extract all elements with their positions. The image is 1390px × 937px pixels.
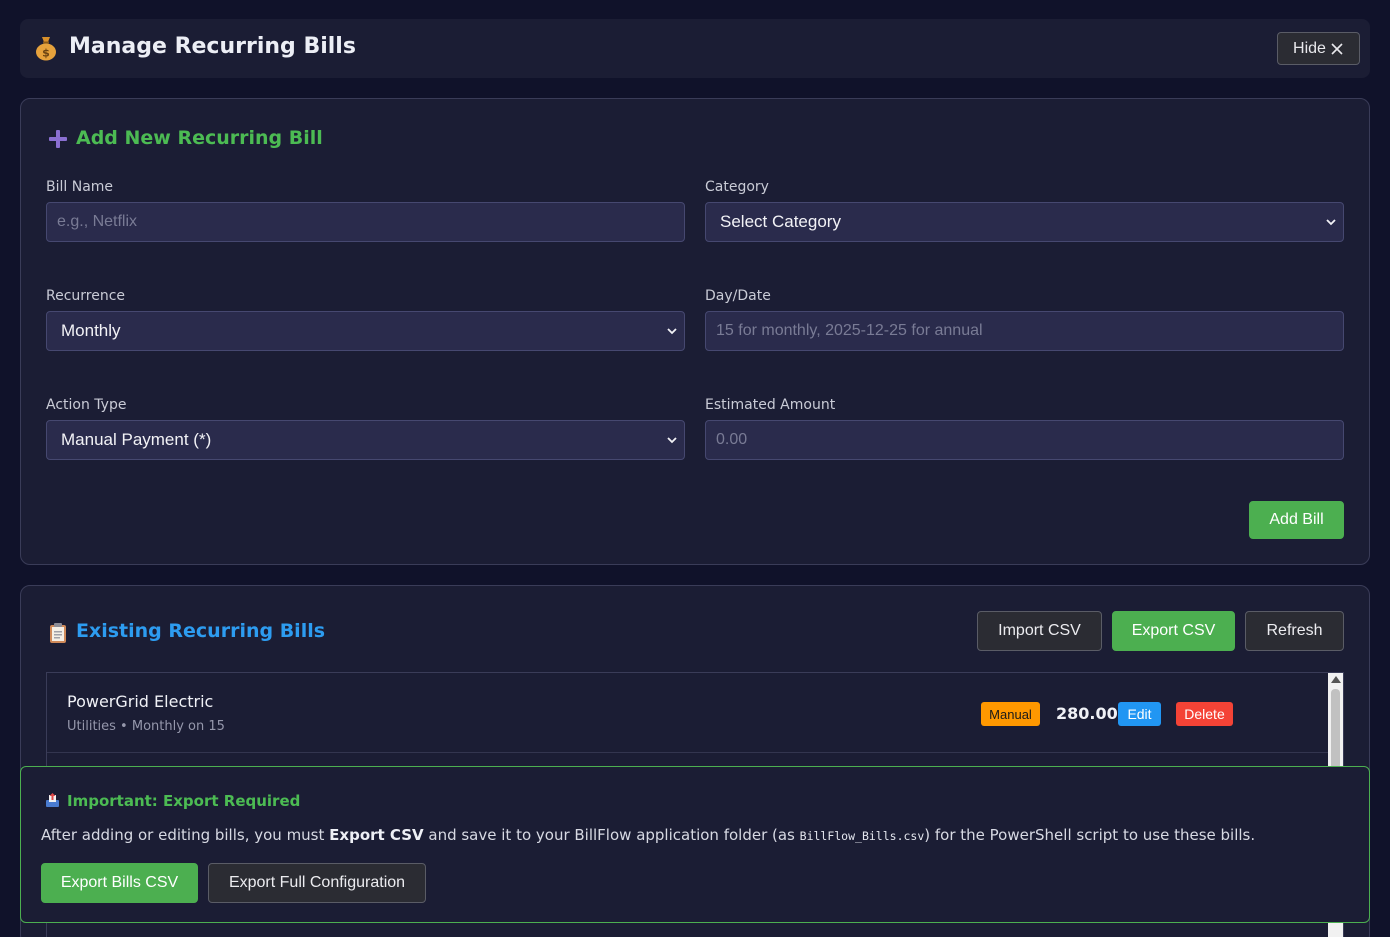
add-bill-panel: Add New Recurring Bill Bill Name e.g., N…	[20, 98, 1370, 565]
estimated-amount-input[interactable]: 0.00	[705, 420, 1344, 460]
category-select[interactable]: Select Category	[705, 202, 1344, 242]
category-select-value: Select Category	[720, 212, 841, 231]
bill-name-label: Bill Name	[46, 179, 114, 195]
export-notice: Important: Export Required After adding …	[20, 766, 1370, 923]
add-bill-button[interactable]: Add Bill	[1249, 501, 1344, 539]
recurrence-label: Recurrence	[46, 288, 126, 304]
scroll-thumb[interactable]	[1331, 689, 1340, 769]
action-type-label: Action Type	[46, 397, 127, 413]
action-type-select-value: Manual Payment (*)	[61, 430, 212, 449]
bill-name: PowerGrid Electric	[67, 692, 214, 711]
bill-amount: 280.00	[1056, 704, 1118, 723]
action-type-select[interactable]: Manual Payment (*)	[46, 420, 685, 460]
day-date-label: Day/Date	[705, 288, 771, 304]
export-csv-button[interactable]: Export CSV	[1112, 611, 1235, 651]
recurrence-select[interactable]: Monthly	[46, 311, 685, 351]
day-date-input[interactable]: 15 for monthly, 2025-12-25 for annual	[705, 311, 1344, 351]
bill-meta: Utilities • Monthly on 15	[67, 719, 225, 734]
hide-button[interactable]: Hide	[1277, 32, 1360, 65]
delete-bill-button[interactable]: Delete	[1176, 702, 1233, 726]
notice-title: Important: Export Required	[67, 792, 301, 810]
refresh-button[interactable]: Refresh	[1245, 611, 1344, 651]
import-csv-button[interactable]: Import CSV	[977, 611, 1102, 651]
page-title: Manage Recurring Bills	[69, 34, 356, 59]
chevron-down-icon	[1326, 219, 1336, 226]
bill-name-input[interactable]: e.g., Netflix	[46, 202, 685, 242]
money-bag-icon: $	[36, 37, 56, 61]
outbox-tray-icon	[46, 793, 59, 807]
chevron-down-icon	[667, 328, 677, 335]
recurrence-select-value: Monthly	[61, 321, 121, 340]
close-icon	[1331, 42, 1343, 55]
page-header: $ Manage Recurring Bills Hide	[20, 19, 1370, 78]
bill-type-badge: Manual	[981, 702, 1040, 726]
export-full-configuration-button[interactable]: Export Full Configuration	[208, 863, 426, 903]
svg-text:$: $	[42, 47, 50, 60]
export-bills-csv-button[interactable]: Export Bills CSV	[41, 863, 198, 903]
scroll-up-arrow-icon[interactable]	[1331, 676, 1341, 683]
edit-bill-button[interactable]: Edit	[1118, 702, 1161, 726]
hide-button-label: Hide	[1293, 39, 1326, 57]
existing-bills-title: Existing Recurring Bills	[76, 620, 326, 642]
notice-text: After adding or editing bills, you must …	[41, 826, 1256, 844]
bill-row: PowerGrid Electric Utilities • Monthly o…	[47, 673, 1329, 753]
category-label: Category	[705, 179, 769, 195]
csv-filename: BillFlow_Bills.csv	[799, 829, 925, 843]
add-bill-title: Add New Recurring Bill	[76, 127, 323, 149]
plus-icon	[49, 130, 67, 148]
clipboard-icon	[50, 623, 66, 643]
estimated-amount-label: Estimated Amount	[705, 397, 836, 413]
chevron-down-icon	[667, 437, 677, 444]
